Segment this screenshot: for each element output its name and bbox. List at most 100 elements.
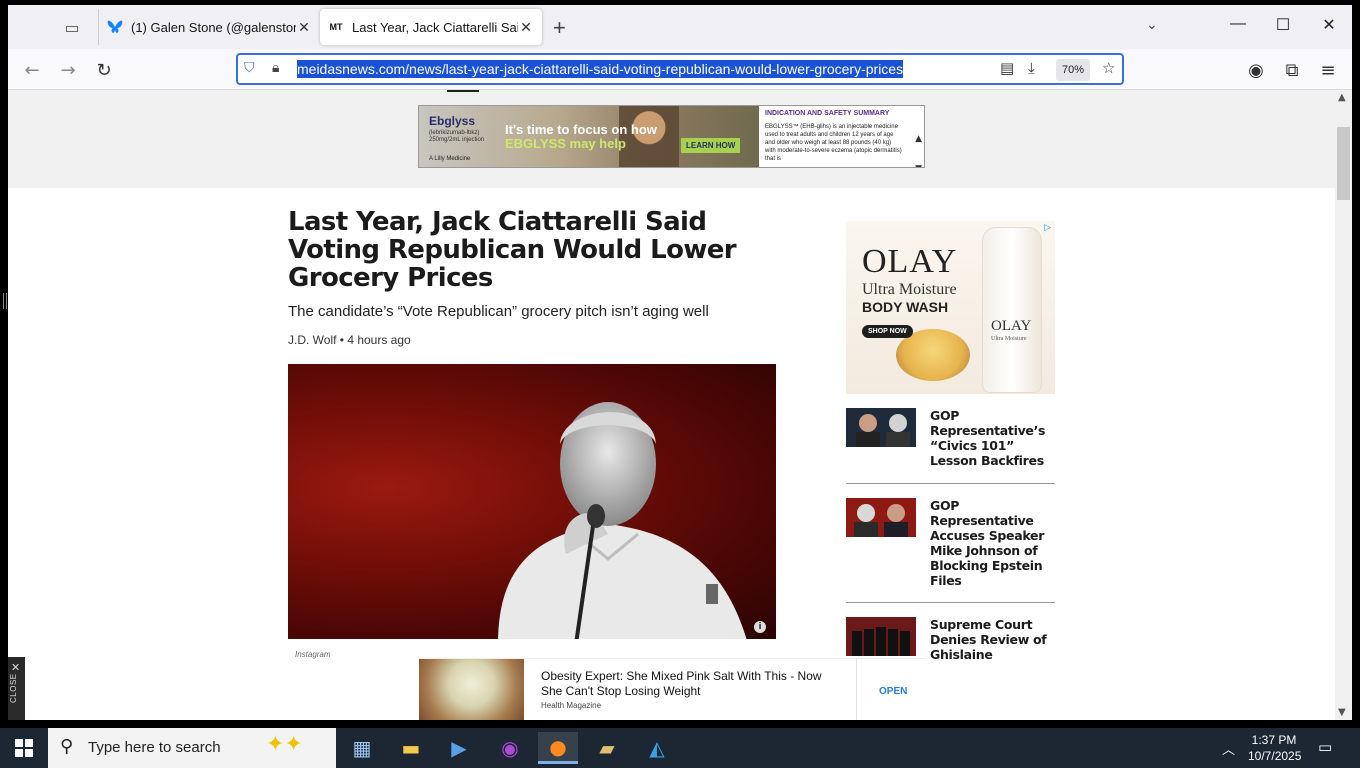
search-icon: ⚲ <box>60 736 74 757</box>
save-page-icon[interactable]: ⤓ <box>1028 59 1035 77</box>
tab-title: Last Year, Jack Ciattarelli Said Vo <box>352 19 518 35</box>
back-icon[interactable]: ← <box>20 58 44 82</box>
image-caption: Instagram <box>295 650 331 659</box>
divider <box>856 659 857 720</box>
sparkle-icon: ✦✦ <box>266 732 303 757</box>
clock-time: 1:37 PM <box>1251 733 1297 747</box>
related-title[interactable]: Supreme Court Denies Review of Ghislaine <box>930 617 1055 662</box>
divider <box>846 602 1055 603</box>
tab-galen-stone[interactable]: (1) Galen Stone (@galenstone.b ✕ <box>98 9 320 45</box>
scroll-up-icon[interactable]: ▲ <box>1338 92 1346 103</box>
menu-icon[interactable]: ≡ <box>1316 58 1340 82</box>
nav-underline <box>447 90 479 92</box>
minimize-icon[interactable]: — <box>1226 15 1250 33</box>
search-placeholder[interactable]: Type here to search <box>88 739 221 756</box>
scrollbar-thumb[interactable] <box>1337 127 1350 200</box>
top-ad-area: Ebglyss (lebrikizumab-lbkz) 250mg/2mL in… <box>8 90 1335 188</box>
zoom-level[interactable]: 70% <box>1056 59 1090 81</box>
clock-date: 10/7/2025 <box>1248 749 1302 763</box>
ad-brand-sub: (lebrikizumab-lbkz) 250mg/2mL injection <box>429 130 485 143</box>
reader-view-icon[interactable]: ▤ <box>1000 59 1014 77</box>
isi-title: INDICATION AND SAFETY SUMMARY <box>765 110 890 117</box>
reload-icon[interactable]: ↻ <box>92 58 116 82</box>
related-title[interactable]: GOP Representative’s “Civics 101” Lesson… <box>930 408 1055 468</box>
app-icon[interactable]: ◉ <box>490 732 530 764</box>
close-label: CLOSE <box>9 673 18 703</box>
windows-start-icon[interactable] <box>0 728 48 768</box>
media-player-icon[interactable]: ▶ <box>439 732 479 764</box>
ad-headline-1: It's time to focus on how <box>505 122 657 137</box>
learn-how-button[interactable]: LEARN HOW <box>681 138 741 153</box>
account-icon[interactable]: ◉ <box>1244 58 1268 82</box>
adchoices-icon[interactable]: ▷ <box>1044 223 1051 233</box>
notification-icon[interactable]: ▭ <box>1318 738 1332 756</box>
tray-chevron-icon[interactable]: ︿ <box>1222 739 1235 758</box>
isi-body: EBGLYSS™ (EHB-glihs) is an injectable me… <box>765 124 902 162</box>
article-header: Last Year, Jack Ciattarelli Said Voting … <box>288 208 788 347</box>
olay-ad[interactable]: ▷ OLAY Ultra Moisture BODY WASH SHOP NOW… <box>846 221 1055 394</box>
shield-icon[interactable]: ⛉ <box>244 60 255 76</box>
url-text[interactable]: meidasnews.com/news/last-year-jack-ciatt… <box>297 60 904 78</box>
ad-image <box>419 659 524 720</box>
close-window-icon[interactable]: ✕ <box>1317 15 1341 35</box>
page-viewport: Ebglyss (lebrikizumab-lbkz) 250mg/2mL in… <box>8 90 1335 720</box>
taskbar: ⚲ Type here to search ✦✦ ▦ ▬ ▶ ◉ ● ▰ ◭ ︿… <box>0 728 1360 768</box>
navigation-toolbar: ← → ↻ ⛉ 🔒︎ meidasnews.com/news/last-year… <box>8 49 1352 90</box>
article-subtitle: The candidate’s “Vote Republican” grocer… <box>288 303 709 320</box>
chevron-down-icon[interactable]: ⌄ <box>1146 17 1158 33</box>
extensions-icon[interactable]: ⧉ <box>1280 58 1304 82</box>
article-byline: J.D. Wolf • 4 hours ago <box>288 333 411 347</box>
task-view-icon[interactable]: ▦ <box>342 732 382 764</box>
ad-source: Health Magazine <box>541 701 602 710</box>
bottle-image: OLAY Ultra Moisture <box>982 227 1042 393</box>
open-button[interactable]: OPEN <box>879 686 907 697</box>
scroll-down-icon[interactable]: ▼ <box>1338 707 1346 718</box>
tab-bar: ▭ (1) Galen Stone (@galenstone.b ✕ MT La… <box>8 5 1352 49</box>
close-tab-icon[interactable]: ✕ <box>296 19 312 36</box>
bookmark-star-icon[interactable]: ☆ <box>1102 59 1115 77</box>
firefox-view-icon[interactable]: ▭ <box>58 15 86 39</box>
page-scrollbar[interactable]: ▲ ▼ <box>1335 90 1352 720</box>
lock-icon[interactable]: 🔒︎ <box>272 60 279 76</box>
olay-logo: OLAY <box>862 243 958 280</box>
ad-visual: Ebglyss (lebrikizumab-lbkz) 250mg/2mL in… <box>419 106 759 167</box>
screen: ▭ (1) Galen Stone (@galenstone.b ✕ MT La… <box>0 0 1360 768</box>
mt-icon: MT <box>329 22 343 32</box>
ad-person-image <box>619 106 679 167</box>
divider <box>846 483 1055 484</box>
info-icon[interactable]: i <box>754 621 766 633</box>
close-tab-icon[interactable]: ✕ <box>518 19 534 36</box>
olay-line-2: BODY WASH <box>862 299 949 315</box>
clock[interactable]: 1:37 PM 10/7/2025 <box>1248 732 1302 764</box>
forward-icon[interactable]: → <box>56 58 80 82</box>
new-tab-icon[interactable]: + <box>553 15 566 41</box>
ad-headline-2: EBGLYSS may help <box>505 136 626 151</box>
shop-now-button[interactable]: SHOP NOW <box>862 325 913 338</box>
bluesky-icon <box>107 19 123 35</box>
ad-isi-panel: INDICATION AND SAFETY SUMMARY EBGLYSS™ (… <box>759 106 909 167</box>
olay-line-1: Ultra Moisture <box>862 281 957 298</box>
bottom-sticky-ad[interactable]: Obesity Expert: She Mixed Pink Salt With… <box>419 658 926 720</box>
ad-text[interactable]: Obesity Expert: She Mixed Pink Salt With… <box>541 669 841 699</box>
taskbar-search[interactable]: ⚲ Type here to search ✦✦ <box>48 728 336 768</box>
tab-article[interactable]: MT Last Year, Jack Ciattarelli Said Vo ✕ <box>320 9 542 45</box>
firefox-icon[interactable]: ● <box>538 732 578 764</box>
ebglyss-ad[interactable]: Ebglyss (lebrikizumab-lbkz) 250mg/2mL in… <box>418 105 925 168</box>
resize-handle[interactable] <box>3 293 7 309</box>
file-explorer-icon[interactable]: ▬ <box>391 732 431 764</box>
close-icon[interactable]: ✕ <box>11 661 20 674</box>
maximize-icon[interactable]: ☐ <box>1271 15 1295 35</box>
ad-maker: A Lilly Medicine <box>429 156 471 162</box>
tab-title: (1) Galen Stone (@galenstone.b <box>131 19 296 35</box>
speaker-photo <box>498 402 747 639</box>
address-bar[interactable]: ⛉ 🔒︎ meidasnews.com/news/last-year-jack-… <box>236 53 1124 85</box>
bottle-brand: OLAY <box>991 318 1032 334</box>
related-title[interactable]: GOP Representative Accuses Speaker Mike … <box>930 498 1055 588</box>
isi-scroll-arrows[interactable]: ▲▼ <box>915 124 922 167</box>
article-hero-image: i <box>288 364 776 639</box>
files-icon[interactable]: ▰ <box>587 732 627 764</box>
close-ad-button[interactable]: ✕ CLOSE <box>8 657 25 720</box>
related-thumbnail <box>846 408 916 447</box>
photos-icon[interactable]: ◭ <box>637 732 677 764</box>
related-thumbnail <box>846 498 916 537</box>
